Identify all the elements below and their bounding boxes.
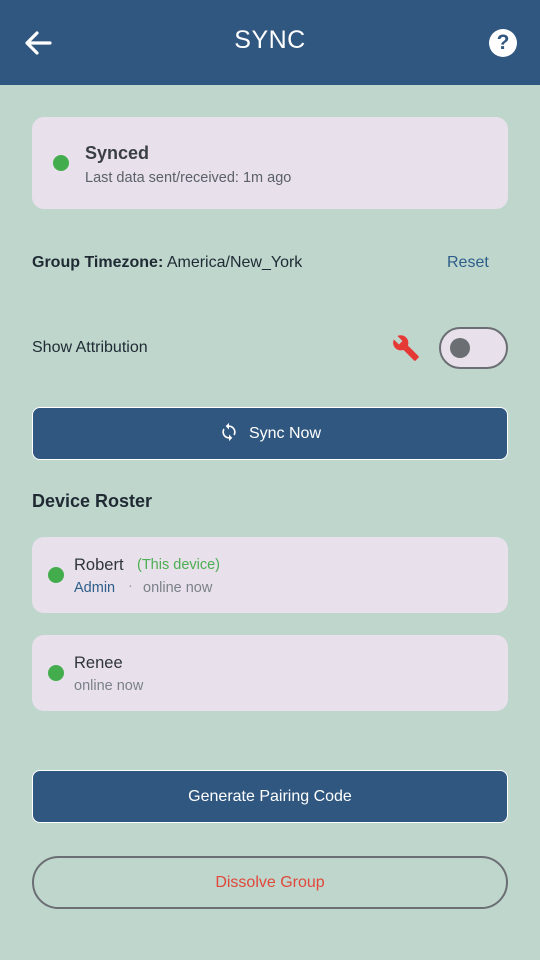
help-circle-icon[interactable]: ? <box>489 29 517 57</box>
device-status: online now <box>143 580 213 596</box>
group-timezone-value: America/New_York <box>166 254 303 271</box>
toggle-knob <box>450 338 470 358</box>
device-role: Admin <box>74 580 116 596</box>
reset-timezone-button[interactable]: Reset <box>447 254 489 272</box>
sync-status-card: Synced Last data sent/received: 1m ago <box>32 117 508 209</box>
separator-dot: · <box>128 578 133 594</box>
group-timezone-label: Group Timezone: <box>32 254 164 271</box>
show-attribution-toggle[interactable] <box>439 327 508 369</box>
device-name: Robert <box>74 556 124 574</box>
sync-now-button[interactable]: Sync Now <box>32 407 508 460</box>
sync-icon <box>222 422 236 442</box>
device-list-item: Renee online now <box>32 635 508 711</box>
show-attribution-label: Show Attribution <box>32 339 148 356</box>
dissolve-group-button[interactable]: Dissolve Group <box>32 856 508 909</box>
this-device-tag: (This device) <box>137 557 220 573</box>
app-bar: SYNC ? <box>0 0 540 85</box>
wrench-icon <box>393 335 419 361</box>
generate-pairing-code-button[interactable]: Generate Pairing Code <box>32 770 508 823</box>
sync-status-subtitle: Last data sent/received: 1m ago <box>85 170 292 186</box>
status-dot-icon <box>53 155 69 171</box>
group-timezone-row: Group Timezone: America/New_York <box>32 254 302 272</box>
online-dot-icon <box>48 665 64 681</box>
online-dot-icon <box>48 567 64 583</box>
device-name: Renee <box>74 654 123 672</box>
sync-status-title: Synced <box>85 143 150 163</box>
page-title: SYNC <box>234 26 306 54</box>
device-roster-heading: Device Roster <box>32 491 153 511</box>
device-status: online now <box>74 678 144 694</box>
device-list-item: Robert (This device) Admin · online now <box>32 537 508 613</box>
sync-now-label: Sync Now <box>248 425 322 442</box>
